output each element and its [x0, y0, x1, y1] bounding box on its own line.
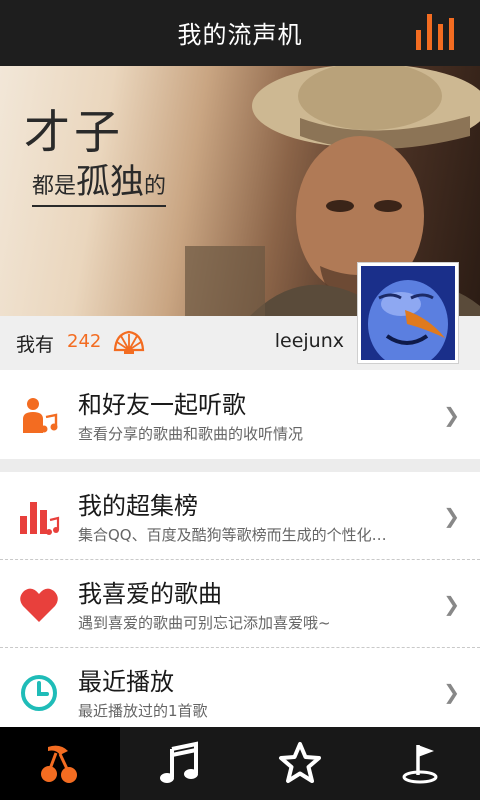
list-item-title: 和好友一起听歌 — [78, 391, 246, 419]
flag-hole-icon — [402, 745, 438, 784]
list-item-subtitle: 遇到喜爱的歌曲可别忘记添加喜爱哦~ — [78, 614, 331, 632]
star-icon — [279, 742, 321, 783]
list-item-listen-with-friends[interactable]: 和好友一起听歌 查看分享的歌曲和歌曲的收听情况 ❯ — [0, 371, 480, 459]
tab-discover[interactable] — [360, 727, 480, 800]
heart-icon — [18, 584, 60, 626]
clock-icon — [18, 672, 60, 714]
shell-count-label: 我有 — [16, 334, 55, 356]
app-header: 我的流声机 — [0, 0, 480, 66]
banner-subline-pre: 都是 — [32, 174, 77, 199]
shell-icon — [112, 328, 146, 356]
list-item-title: 我喜爱的歌曲 — [78, 580, 222, 608]
listen-with-friends-icon — [18, 395, 60, 437]
banner-subline: 都是孤独的 — [32, 154, 167, 207]
banner-subline-emphasis: 孤独 — [76, 162, 145, 202]
music-note-icon — [160, 741, 198, 783]
chevron-right-icon: ❯ — [443, 403, 460, 427]
banner-subline-post: 的 — [144, 174, 167, 199]
chevron-right-icon: ❯ — [443, 592, 460, 616]
username: leejunx — [274, 330, 344, 352]
music-cherry-icon — [41, 745, 77, 783]
list-item-subtitle: 查看分享的歌曲和歌曲的收听情况 — [78, 425, 304, 443]
list-item-title: 我的超集榜 — [78, 492, 198, 520]
shell-count: 242 — [67, 331, 102, 352]
chart-bars-icon — [18, 496, 60, 538]
banner-headline: 才子 — [24, 105, 124, 159]
bottom-tab-bar — [0, 727, 480, 800]
tab-my-music[interactable] — [0, 727, 120, 800]
list-item-title: 最近播放 — [78, 668, 174, 696]
equalizer-icon[interactable] — [414, 12, 458, 52]
tab-favorites[interactable] — [240, 727, 360, 800]
list-item-recent-plays[interactable]: 最近播放 最近播放过的1首歌 ❯ — [0, 648, 480, 736]
list-item-subtitle: 集合QQ、百度及酷狗等歌榜而生成的个性化… — [78, 526, 387, 544]
tab-music[interactable] — [120, 727, 240, 800]
list-item-favorite-songs[interactable]: 我喜爱的歌曲 遇到喜爱的歌曲可别忘记添加喜爱哦~ ❯ — [0, 560, 480, 648]
list-item-super-chart[interactable]: 我的超集榜 集合QQ、百度及酷狗等歌榜而生成的个性化… ❯ — [0, 472, 480, 560]
section-gap — [0, 459, 480, 473]
list-item-subtitle: 最近播放过的1首歌 — [78, 702, 208, 720]
avatar[interactable] — [357, 262, 459, 364]
page-title: 我的流声机 — [177, 21, 303, 49]
chevron-right-icon: ❯ — [443, 680, 460, 704]
chevron-right-icon: ❯ — [443, 504, 460, 528]
